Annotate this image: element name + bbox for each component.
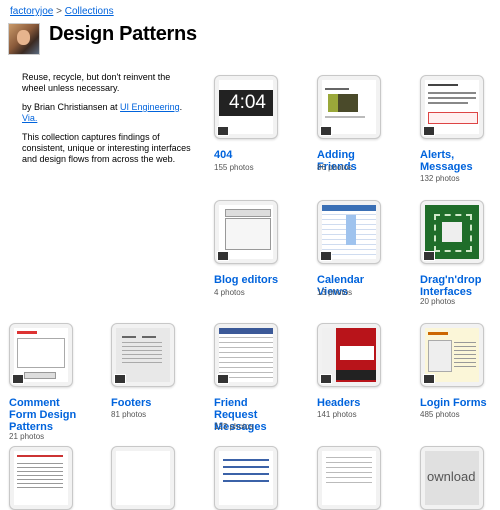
set-thumbnail (219, 451, 273, 505)
ui-engineering-link[interactable]: UI Engineering (120, 102, 180, 112)
set-thumbnail (14, 451, 68, 505)
comment-icon (320, 374, 332, 384)
set-count: 81 photos (111, 410, 147, 419)
comment-icon (320, 126, 332, 136)
set-count: 21 photos (9, 432, 45, 441)
comment-icon (114, 374, 126, 384)
set-name[interactable]: Alerts, Messages (420, 149, 500, 173)
set-count: 141 photos (317, 410, 357, 419)
via-link[interactable]: Via. (22, 113, 37, 123)
comment-icon (217, 374, 229, 384)
thumb-404-text: 4:04 (229, 92, 266, 113)
set-thumbnail (322, 451, 376, 505)
byline-prefix: by Brian Christiansen at (22, 102, 121, 112)
set-count: 86 photos (317, 163, 353, 172)
comment-icon (423, 374, 435, 384)
set-count: 485 photos (420, 410, 460, 419)
set-count: 155 photos (214, 163, 254, 172)
set-name[interactable]: Drag'n'drop Interfaces (420, 274, 500, 298)
set-tile-login-forms[interactable] (420, 323, 484, 387)
set-count: 20 photos (420, 297, 456, 306)
breadcrumb-user-link[interactable]: factoryjoe (10, 6, 53, 17)
description-tagline: Reuse, recycle, but don't reinvent the w… (22, 72, 171, 93)
set-tile-friend-request[interactable] (214, 323, 278, 387)
breadcrumb-separator: > (53, 6, 65, 17)
comment-icon (423, 126, 435, 136)
set-tile-drag-n-drop[interactable] (420, 200, 484, 264)
set-name[interactable]: Login Forms (420, 397, 500, 409)
avatar[interactable] (8, 23, 40, 55)
set-count: 4 photos (214, 288, 245, 297)
description-body: This collection captures findings of con… (22, 132, 191, 164)
set-tile-adding-friends[interactable] (317, 75, 381, 139)
set-tile-blog-editors[interactable] (214, 200, 278, 264)
set-tile-footers[interactable] (111, 323, 175, 387)
set-thumbnail: ownload (425, 451, 479, 505)
thumb-download-text: ownload (427, 469, 476, 484)
set-tile-row4-2[interactable] (111, 446, 175, 510)
breadcrumb-collections-link[interactable]: Collections (65, 6, 114, 17)
set-thumbnail (116, 451, 170, 505)
description-byline: by Brian Christiansen at UI Engineering.… (22, 102, 183, 123)
set-name[interactable]: Comment Form Design Patterns (9, 397, 89, 433)
set-tile-row4-4[interactable] (317, 446, 381, 510)
set-tile-headers[interactable] (317, 323, 381, 387)
set-tile-row4-5[interactable]: ownload (420, 446, 484, 510)
comment-icon (12, 374, 24, 384)
comment-icon (423, 251, 435, 261)
set-tile-404[interactable]: 4:04 (214, 75, 278, 139)
comment-icon (217, 126, 229, 136)
set-tile-alerts-messages[interactable] (420, 75, 484, 139)
collection-description: Reuse, recycle, but don't reinvent the w… (22, 72, 192, 173)
set-count: 123 photos (214, 422, 254, 431)
comment-icon (320, 251, 332, 261)
set-tile-comment-form[interactable] (9, 323, 73, 387)
set-count: 132 photos (420, 174, 460, 183)
set-name[interactable]: Blog editors (214, 274, 294, 286)
set-tile-row4-3[interactable] (214, 446, 278, 510)
set-name[interactable]: Footers (111, 397, 191, 409)
set-name[interactable]: Headers (317, 397, 397, 409)
set-tile-row4-1[interactable] (9, 446, 73, 510)
set-tile-calendar-views[interactable] (317, 200, 381, 264)
breadcrumb: factoryjoe > Collections (10, 6, 114, 17)
set-name[interactable]: 404 (214, 149, 294, 161)
page-title: Design Patterns (49, 23, 197, 45)
set-count: 13 photos (317, 288, 353, 297)
comment-icon (217, 251, 229, 261)
